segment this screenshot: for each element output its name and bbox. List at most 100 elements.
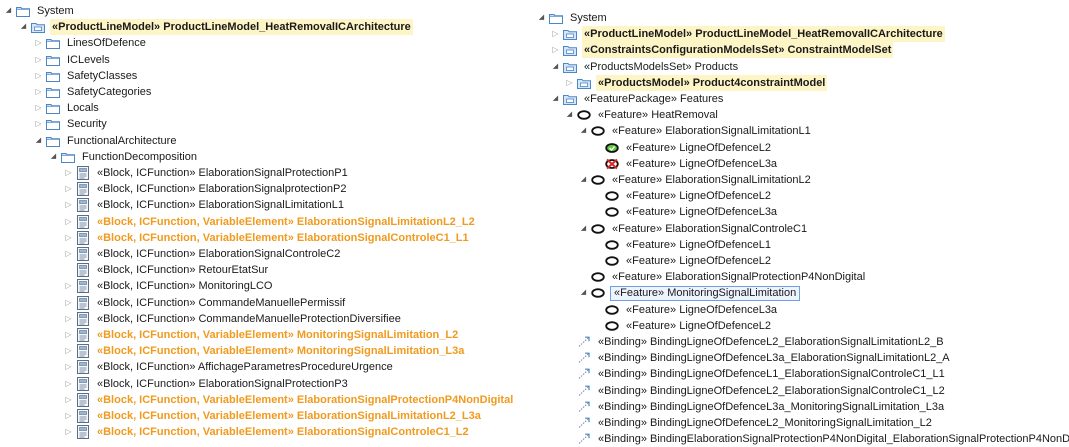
tree-row[interactable]: ▷ «ProductsModel» Product4constraintModel xyxy=(565,74,828,91)
expand-arrow-icon[interactable]: ▷ xyxy=(64,343,73,359)
expand-arrow-icon[interactable]: ▷ xyxy=(34,116,43,132)
tree-row[interactable]: ◢«Feature» LigneOfDefenceL2 xyxy=(593,318,773,334)
expand-arrow-icon[interactable]: ▷ xyxy=(64,311,73,327)
expand-arrow-icon[interactable]: ▷ xyxy=(64,327,73,343)
tree-row[interactable]: ◢ «Feature» ElaborationSignalLimitationL1 xyxy=(579,123,813,139)
tree-item-label: «Block, ICFunction» ElaborationSignalPro… xyxy=(97,377,348,390)
block-icon xyxy=(76,409,90,423)
tree-row[interactable]: ◢ «Feature» MonitoringSignalLimitation xyxy=(579,285,801,301)
expand-arrow-icon[interactable]: ▷ xyxy=(565,75,574,91)
tree-row[interactable]: ▷ «ConstraintsConfigurationModelsSet» Con… xyxy=(551,42,894,59)
tree-row[interactable]: ◢«Feature» ElaborationSignalProtectionP4… xyxy=(579,269,867,285)
tree-row[interactable]: ◢«Feature» LigneOfDefenceL3a xyxy=(593,204,779,220)
expand-arrow-icon[interactable]: ▷ xyxy=(34,68,43,84)
expand-arrow-icon[interactable]: ▷ xyxy=(551,26,560,42)
collapse-arrow-icon[interactable]: ◢ xyxy=(4,3,13,19)
tree-row[interactable]: ▷ SafetyClasses xyxy=(34,68,139,84)
tree-row[interactable]: ◢ FunctionDecomposition xyxy=(49,149,199,165)
tree-row[interactable]: ◢«Feature» LigneOfDefenceL1 xyxy=(593,237,773,253)
collapse-arrow-icon[interactable]: ◢ xyxy=(579,285,588,301)
feature-icon xyxy=(591,222,605,236)
expand-arrow-icon[interactable]: ▷ xyxy=(64,392,73,408)
collapse-arrow-icon[interactable]: ◢ xyxy=(19,19,28,35)
tree-row[interactable]: ▷ SafetyCategories xyxy=(34,84,153,100)
block-icon xyxy=(76,263,90,278)
expand-arrow-icon[interactable]: ▷ xyxy=(34,35,43,51)
expand-arrow-icon[interactable]: ▷ xyxy=(64,295,73,311)
collapse-arrow-icon[interactable]: ◢ xyxy=(551,59,560,75)
tree-row[interactable]: ◢ «Feature» ElaborationSignalControleC1 xyxy=(579,221,809,237)
tree-row[interactable]: ◢«Block, ICFunction» RetourEtatSur xyxy=(64,262,270,278)
tree-row[interactable]: ▷ «Block, ICFunction, VariableElement» El… xyxy=(64,408,483,424)
expand-arrow-icon[interactable]: ▷ xyxy=(34,52,43,68)
expand-arrow-icon[interactable]: ▷ xyxy=(64,181,73,197)
tree-row[interactable]: ◢ «ProductLineModel» ProductLineModel_Hea… xyxy=(19,19,413,36)
tree-row[interactable]: ▷ «Block, ICFunction, VariableElement» Mo… xyxy=(64,327,460,343)
tree-row[interactable]: ▷ «Block, ICFunction, VariableElement» El… xyxy=(64,214,477,230)
expand-arrow-icon[interactable]: ▷ xyxy=(64,230,73,246)
block-icon xyxy=(76,247,90,261)
tree-row[interactable]: ◢«Binding» BindingElaborationSignalProte… xyxy=(565,431,1069,447)
tree-row[interactable]: ◢«Binding» BindingLigneOfDefenceL3a_Elab… xyxy=(565,350,952,366)
tree-row[interactable]: ◢«Feature» LigneOfDefenceL2 xyxy=(593,188,773,204)
tree-row[interactable]: ▷ «Block, ICFunction, VariableElement» El… xyxy=(64,392,515,408)
tree-row[interactable]: ▷ «Block, ICFunction» AffichageParametres… xyxy=(64,359,395,375)
tree-row[interactable]: ▷ ICLevels xyxy=(34,52,112,68)
tree-row[interactable]: ◢ System xyxy=(4,3,76,19)
expand-arrow-icon[interactable]: ▷ xyxy=(64,278,73,294)
tree-row[interactable]: ◢«Binding» BindingLigneOfDefenceL2_Monit… xyxy=(565,415,934,431)
tree-row[interactable]: ◢«Binding» BindingLigneOfDefenceL2_Elabo… xyxy=(565,334,946,350)
tree-row[interactable]: ▷ «Block, ICFunction» ElaborationSignalPr… xyxy=(64,165,350,181)
expand-arrow-icon[interactable]: ▷ xyxy=(34,84,43,100)
tree-row[interactable]: ▷ Locals xyxy=(34,100,101,116)
tree-row[interactable]: ▷ «Block, ICFunction» ElaborationSignalPr… xyxy=(64,376,350,392)
tree-row[interactable]: ◢ «ProductsModelsSet» Products xyxy=(551,59,740,75)
tree-row[interactable]: ▷ «Block, ICFunction» MonitoringLCO xyxy=(64,278,274,294)
expand-arrow-icon[interactable]: ▷ xyxy=(64,408,73,424)
tree-row[interactable]: ▷ «Block, ICFunction» CommandeManuellePro… xyxy=(64,311,403,327)
collapse-arrow-icon[interactable]: ◢ xyxy=(49,149,58,165)
tree-row[interactable]: ◢ «Feature» HeatRemoval xyxy=(565,107,720,123)
tree-row[interactable]: ◢«Feature» LigneOfDefenceL2 xyxy=(593,140,773,156)
tree-row[interactable]: ◢«Feature» LigneOfDefenceL3a xyxy=(593,302,779,318)
tree-item-label: «ProductsModelsSet» Products xyxy=(584,60,739,73)
expand-arrow-icon[interactable]: ▷ xyxy=(64,165,73,181)
tree-item-label: Locals xyxy=(67,102,99,115)
tree-row[interactable]: ▷ Security xyxy=(34,116,109,132)
collapse-arrow-icon[interactable]: ◢ xyxy=(34,133,43,149)
tree-row[interactable]: ◢ System xyxy=(537,10,609,26)
tree-row[interactable]: ◢«Binding» BindingLigneOfDefenceL2_Elabo… xyxy=(565,383,947,399)
binding-icon xyxy=(577,416,591,430)
tree-row[interactable]: ▷ «ProductLineModel» ProductLineModel_Hea… xyxy=(551,26,945,43)
expand-arrow-icon[interactable]: ▷ xyxy=(64,359,73,375)
collapse-arrow-icon[interactable]: ◢ xyxy=(537,10,546,26)
tree-row[interactable]: ◢«Feature» LigneOfDefenceL2 xyxy=(593,253,773,269)
block-icon xyxy=(76,344,90,359)
tree-row[interactable]: ◢ «FeaturePackage» Features xyxy=(551,91,725,107)
expand-arrow-icon[interactable]: ▷ xyxy=(64,214,73,230)
expand-arrow-icon[interactable]: ▷ xyxy=(64,376,73,392)
tree-row[interactable]: ▷ «Block, ICFunction, VariableElement» El… xyxy=(64,230,471,246)
collapse-arrow-icon[interactable]: ◢ xyxy=(551,91,560,107)
expand-arrow-icon[interactable]: ▷ xyxy=(64,197,73,213)
collapse-arrow-icon[interactable]: ◢ xyxy=(579,221,588,237)
tree-row[interactable]: ◢«Binding» BindingLigneOfDefenceL1_Elabo… xyxy=(565,366,947,382)
expand-arrow-icon[interactable]: ▷ xyxy=(551,42,560,58)
expand-arrow-icon[interactable]: ▷ xyxy=(34,100,43,116)
collapse-arrow-icon[interactable]: ◢ xyxy=(579,172,588,188)
feature-icon xyxy=(605,205,619,219)
tree-row[interactable]: ◢«Feature» LigneOfDefenceL3a xyxy=(593,156,779,172)
tree-row[interactable]: ▷ «Block, ICFunction» ElaborationSignalLi… xyxy=(64,197,346,213)
expand-arrow-icon[interactable]: ▷ xyxy=(64,246,73,262)
collapse-arrow-icon[interactable]: ◢ xyxy=(579,123,588,139)
binding-icon xyxy=(577,367,591,381)
tree-row[interactable]: ▷ «Block, ICFunction» ElaborationSignalCo… xyxy=(64,246,342,262)
tree-row[interactable]: ▷ «Block, ICFunction» ElaborationSignalpr… xyxy=(64,181,348,197)
tree-row[interactable]: ▷ «Block, ICFunction» CommandeManuellePer… xyxy=(64,295,347,311)
tree-row[interactable]: ▷ «Block, ICFunction, VariableElement» Mo… xyxy=(64,343,466,359)
tree-row[interactable]: ◢«Binding» BindingLigneOfDefenceL3a_Moni… xyxy=(565,399,946,415)
tree-row[interactable]: ◢ «Feature» ElaborationSignalLimitationL2 xyxy=(579,172,813,188)
collapse-arrow-icon[interactable]: ◢ xyxy=(565,107,574,123)
tree-row[interactable]: ▷ LinesOfDefence xyxy=(34,35,148,51)
tree-row[interactable]: ◢ FunctionalArchitecture xyxy=(34,133,178,149)
